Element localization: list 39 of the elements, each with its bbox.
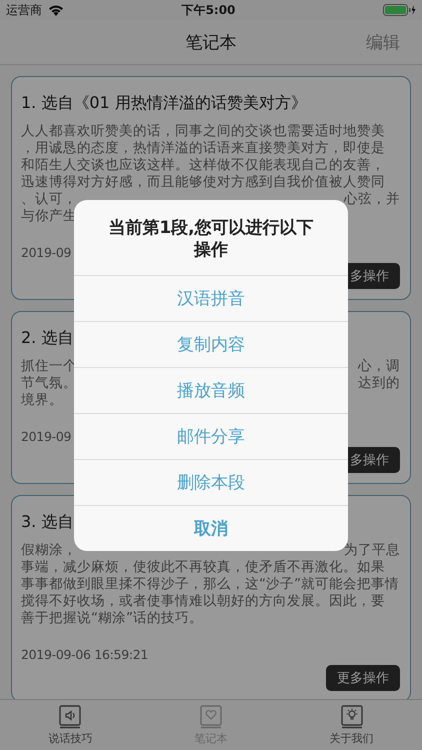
note-text: 境界。 [21,392,63,409]
note-text: 迅速博得对方好感，而且能够使对方感到自我价值被人赞同 [21,174,385,191]
note-date: 2019-09 [21,245,72,260]
note-text: 、认可， [21,191,77,208]
dialog-option[interactable]: 邮件分享 [74,413,348,459]
note-text: 善于把握说“糊涂”话的技巧。 [21,610,204,627]
note-text: 心，调 [358,358,400,375]
note-text: 事事都做到眼里揉不得沙子，那么，这“沙子”就可能会把事情 [21,576,400,593]
note-text: ，用诚恳的态度，热情洋溢的话语来直接赞美对方，即使是 [21,140,385,157]
dialog-option[interactable]: 播放音频 [74,367,348,413]
note-date: 2019-09-06 16:59:21 [21,647,148,662]
note-title: 3. 选自 [21,512,74,533]
note-text: 节气氛。 [21,375,77,392]
speaker-book-icon [59,704,82,728]
dialog-title: 当前第1段,您可以进行以下操作 [107,217,315,262]
page-title: 笔记本 [186,32,236,54]
dialog-option[interactable]: 复制内容 [74,321,348,367]
status-time: 下午5:00 [180,2,236,18]
note-text: 人人都喜欢听赞美的话，同事之间的交谈也需要适时地赞美 [21,123,385,140]
wifi-icon [48,4,64,16]
bulb-book-icon [340,704,363,728]
edit-button[interactable]: 编辑 [366,30,400,54]
dialog-option[interactable]: 汉语拼音 [74,275,348,321]
note-title: 1. 选自《01 用热情洋溢的话赞美对方》 [21,93,307,114]
note-text: 心弦，并 [344,191,400,208]
carrier-name: 运营商 [6,2,42,18]
note-date: 2019-09 [21,429,72,444]
note-text: 搅得不好收场，或者使事情难以朝好的方向发展。因此，要 [21,593,385,610]
heart-book-icon [200,704,222,728]
more-actions-button[interactable]: 更多操作 [326,665,400,691]
note-text: 达到的 [358,375,400,392]
note-title: 2. 选自 [21,328,74,349]
battery-icon [383,4,416,16]
note-text: 和陌生人交谈也应该这样。这样做不仅能表现自己的友善， [21,157,385,174]
tab-item[interactable]: 关于我们 [281,700,422,750]
note-text: 事端，减少麻烦，使彼此不再较真，使矛盾不再激化。如果 [21,559,385,576]
tab-item[interactable]: 说话技巧 [0,700,141,750]
dialog-option[interactable]: 删除本段 [74,459,348,505]
note-text: 假糊涂， [21,542,77,559]
